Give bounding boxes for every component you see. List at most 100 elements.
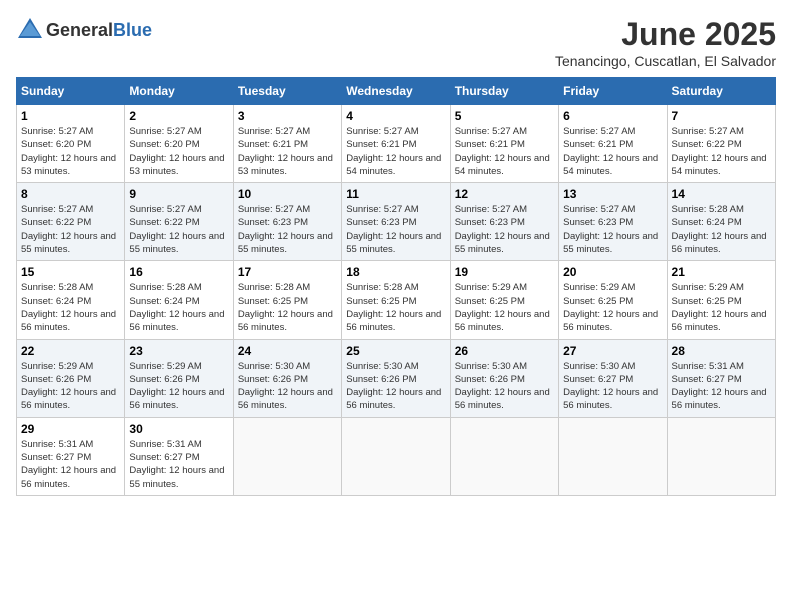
weekday-header-wednesday: Wednesday (342, 78, 450, 105)
calendar-cell: 25 Sunrise: 5:30 AM Sunset: 6:26 PM Dayl… (342, 339, 450, 417)
day-info: Sunrise: 5:28 AM Sunset: 6:24 PM Dayligh… (21, 281, 120, 334)
day-info: Sunrise: 5:29 AM Sunset: 6:26 PM Dayligh… (21, 360, 120, 413)
calendar-week-row: 15 Sunrise: 5:28 AM Sunset: 6:24 PM Dayl… (17, 261, 776, 339)
calendar-table: SundayMondayTuesdayWednesdayThursdayFrid… (16, 77, 776, 496)
calendar-cell: 30 Sunrise: 5:31 AM Sunset: 6:27 PM Dayl… (125, 417, 233, 495)
calendar-cell: 9 Sunrise: 5:27 AM Sunset: 6:22 PM Dayli… (125, 183, 233, 261)
calendar-cell: 18 Sunrise: 5:28 AM Sunset: 6:25 PM Dayl… (342, 261, 450, 339)
weekday-header-saturday: Saturday (667, 78, 775, 105)
day-number: 28 (672, 344, 771, 358)
logo-text-general: General (46, 20, 113, 40)
day-number: 6 (563, 109, 662, 123)
month-title: June 2025 (555, 16, 776, 53)
calendar-cell: 17 Sunrise: 5:28 AM Sunset: 6:25 PM Dayl… (233, 261, 341, 339)
day-number: 23 (129, 344, 228, 358)
weekday-header-tuesday: Tuesday (233, 78, 341, 105)
day-info: Sunrise: 5:28 AM Sunset: 6:24 PM Dayligh… (129, 281, 228, 334)
calendar-week-row: 8 Sunrise: 5:27 AM Sunset: 6:22 PM Dayli… (17, 183, 776, 261)
day-info: Sunrise: 5:27 AM Sunset: 6:21 PM Dayligh… (346, 125, 445, 178)
day-number: 17 (238, 265, 337, 279)
weekday-header-row: SundayMondayTuesdayWednesdayThursdayFrid… (17, 78, 776, 105)
day-number: 30 (129, 422, 228, 436)
logo: GeneralBlue (16, 16, 152, 44)
day-info: Sunrise: 5:29 AM Sunset: 6:26 PM Dayligh… (129, 360, 228, 413)
day-number: 21 (672, 265, 771, 279)
calendar-week-row: 22 Sunrise: 5:29 AM Sunset: 6:26 PM Dayl… (17, 339, 776, 417)
weekday-header-sunday: Sunday (17, 78, 125, 105)
day-info: Sunrise: 5:30 AM Sunset: 6:26 PM Dayligh… (455, 360, 554, 413)
day-info: Sunrise: 5:30 AM Sunset: 6:27 PM Dayligh… (563, 360, 662, 413)
day-number: 5 (455, 109, 554, 123)
calendar-cell: 3 Sunrise: 5:27 AM Sunset: 6:21 PM Dayli… (233, 105, 341, 183)
calendar-cell (559, 417, 667, 495)
day-info: Sunrise: 5:28 AM Sunset: 6:24 PM Dayligh… (672, 203, 771, 256)
day-info: Sunrise: 5:27 AM Sunset: 6:22 PM Dayligh… (21, 203, 120, 256)
day-number: 20 (563, 265, 662, 279)
title-area: June 2025 Tenancingo, Cuscatlan, El Salv… (555, 16, 776, 69)
day-number: 16 (129, 265, 228, 279)
calendar-cell: 1 Sunrise: 5:27 AM Sunset: 6:20 PM Dayli… (17, 105, 125, 183)
calendar-cell: 26 Sunrise: 5:30 AM Sunset: 6:26 PM Dayl… (450, 339, 558, 417)
calendar-cell (342, 417, 450, 495)
weekday-header-monday: Monday (125, 78, 233, 105)
weekday-header-friday: Friday (559, 78, 667, 105)
calendar-cell: 7 Sunrise: 5:27 AM Sunset: 6:22 PM Dayli… (667, 105, 775, 183)
calendar-cell: 24 Sunrise: 5:30 AM Sunset: 6:26 PM Dayl… (233, 339, 341, 417)
day-info: Sunrise: 5:27 AM Sunset: 6:20 PM Dayligh… (129, 125, 228, 178)
calendar-cell: 12 Sunrise: 5:27 AM Sunset: 6:23 PM Dayl… (450, 183, 558, 261)
calendar-cell: 15 Sunrise: 5:28 AM Sunset: 6:24 PM Dayl… (17, 261, 125, 339)
day-info: Sunrise: 5:27 AM Sunset: 6:21 PM Dayligh… (455, 125, 554, 178)
calendar-cell: 4 Sunrise: 5:27 AM Sunset: 6:21 PM Dayli… (342, 105, 450, 183)
day-info: Sunrise: 5:27 AM Sunset: 6:23 PM Dayligh… (455, 203, 554, 256)
day-number: 19 (455, 265, 554, 279)
calendar-cell: 16 Sunrise: 5:28 AM Sunset: 6:24 PM Dayl… (125, 261, 233, 339)
day-number: 25 (346, 344, 445, 358)
day-number: 24 (238, 344, 337, 358)
day-info: Sunrise: 5:27 AM Sunset: 6:21 PM Dayligh… (563, 125, 662, 178)
day-info: Sunrise: 5:31 AM Sunset: 6:27 PM Dayligh… (129, 438, 228, 491)
day-info: Sunrise: 5:30 AM Sunset: 6:26 PM Dayligh… (346, 360, 445, 413)
day-info: Sunrise: 5:29 AM Sunset: 6:25 PM Dayligh… (455, 281, 554, 334)
page-header: GeneralBlue June 2025 Tenancingo, Cuscat… (16, 16, 776, 69)
day-info: Sunrise: 5:29 AM Sunset: 6:25 PM Dayligh… (672, 281, 771, 334)
day-number: 2 (129, 109, 228, 123)
calendar-cell: 10 Sunrise: 5:27 AM Sunset: 6:23 PM Dayl… (233, 183, 341, 261)
day-number: 14 (672, 187, 771, 201)
calendar-cell (667, 417, 775, 495)
calendar-cell (450, 417, 558, 495)
day-info: Sunrise: 5:27 AM Sunset: 6:23 PM Dayligh… (346, 203, 445, 256)
day-info: Sunrise: 5:27 AM Sunset: 6:22 PM Dayligh… (672, 125, 771, 178)
day-number: 7 (672, 109, 771, 123)
calendar-cell: 22 Sunrise: 5:29 AM Sunset: 6:26 PM Dayl… (17, 339, 125, 417)
day-number: 27 (563, 344, 662, 358)
logo-icon (16, 16, 44, 44)
day-info: Sunrise: 5:27 AM Sunset: 6:22 PM Dayligh… (129, 203, 228, 256)
calendar-cell: 23 Sunrise: 5:29 AM Sunset: 6:26 PM Dayl… (125, 339, 233, 417)
day-number: 8 (21, 187, 120, 201)
day-info: Sunrise: 5:31 AM Sunset: 6:27 PM Dayligh… (21, 438, 120, 491)
day-number: 11 (346, 187, 445, 201)
day-info: Sunrise: 5:29 AM Sunset: 6:25 PM Dayligh… (563, 281, 662, 334)
calendar-cell: 8 Sunrise: 5:27 AM Sunset: 6:22 PM Dayli… (17, 183, 125, 261)
day-number: 22 (21, 344, 120, 358)
day-info: Sunrise: 5:28 AM Sunset: 6:25 PM Dayligh… (238, 281, 337, 334)
day-number: 10 (238, 187, 337, 201)
calendar-cell: 29 Sunrise: 5:31 AM Sunset: 6:27 PM Dayl… (17, 417, 125, 495)
location-title: Tenancingo, Cuscatlan, El Salvador (555, 53, 776, 69)
calendar-cell: 27 Sunrise: 5:30 AM Sunset: 6:27 PM Dayl… (559, 339, 667, 417)
day-number: 4 (346, 109, 445, 123)
day-info: Sunrise: 5:27 AM Sunset: 6:23 PM Dayligh… (563, 203, 662, 256)
day-info: Sunrise: 5:27 AM Sunset: 6:20 PM Dayligh… (21, 125, 120, 178)
calendar-cell: 19 Sunrise: 5:29 AM Sunset: 6:25 PM Dayl… (450, 261, 558, 339)
day-info: Sunrise: 5:30 AM Sunset: 6:26 PM Dayligh… (238, 360, 337, 413)
day-info: Sunrise: 5:31 AM Sunset: 6:27 PM Dayligh… (672, 360, 771, 413)
calendar-cell: 21 Sunrise: 5:29 AM Sunset: 6:25 PM Dayl… (667, 261, 775, 339)
day-number: 1 (21, 109, 120, 123)
calendar-cell: 14 Sunrise: 5:28 AM Sunset: 6:24 PM Dayl… (667, 183, 775, 261)
calendar-cell (233, 417, 341, 495)
calendar-cell: 20 Sunrise: 5:29 AM Sunset: 6:25 PM Dayl… (559, 261, 667, 339)
day-number: 26 (455, 344, 554, 358)
day-info: Sunrise: 5:27 AM Sunset: 6:23 PM Dayligh… (238, 203, 337, 256)
calendar-cell: 2 Sunrise: 5:27 AM Sunset: 6:20 PM Dayli… (125, 105, 233, 183)
calendar-cell: 6 Sunrise: 5:27 AM Sunset: 6:21 PM Dayli… (559, 105, 667, 183)
